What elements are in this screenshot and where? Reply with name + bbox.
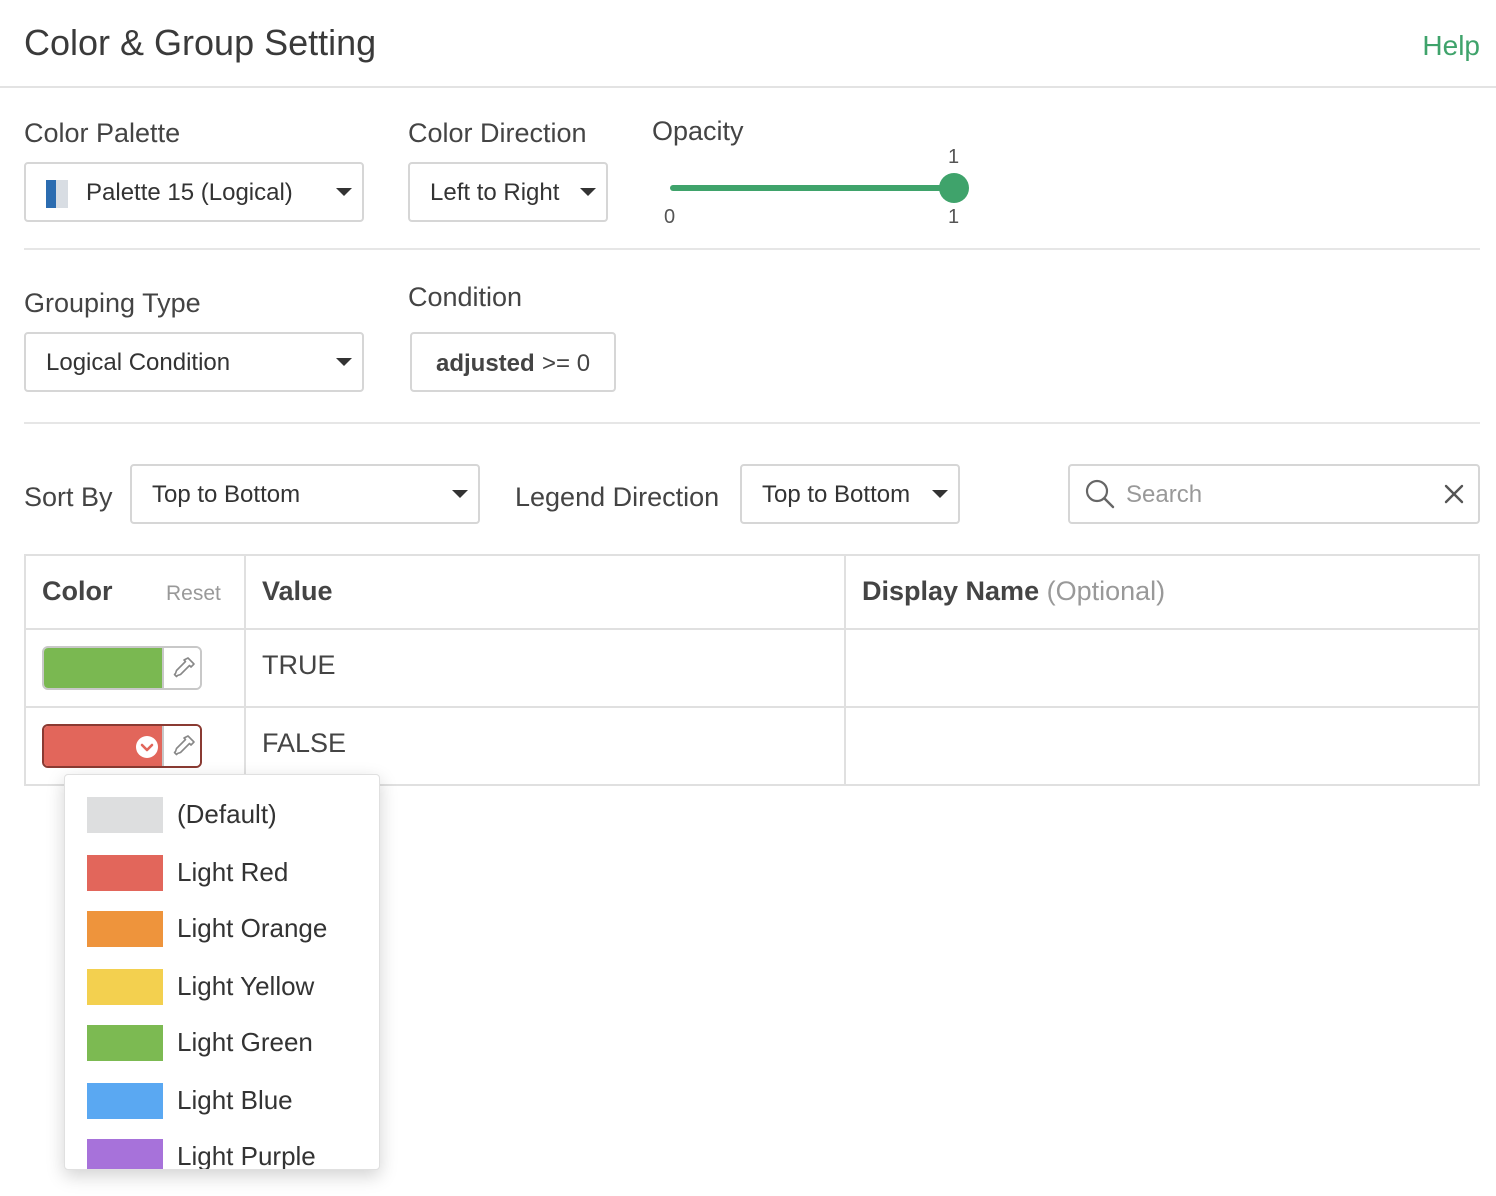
caret-down-icon	[452, 490, 468, 498]
color-option-swatch	[87, 911, 163, 947]
color-option-light-red[interactable]: Light Red	[65, 845, 379, 901]
value-cell-false: FALSE	[262, 728, 347, 758]
display-name-column-header: Display Name (Optional)	[862, 576, 1165, 607]
color-palette-select[interactable]: Palette 15 (Logical)	[24, 162, 364, 222]
color-option-label: Light Green	[177, 1027, 313, 1057]
eyedropper-icon	[173, 735, 195, 756]
opacity-label: Opacity	[652, 116, 744, 146]
color-option-swatch	[87, 797, 163, 833]
opacity-slider-track[interactable]	[670, 185, 954, 191]
sort-by-label: Sort By	[24, 482, 113, 512]
opacity-slider-handle[interactable]	[939, 173, 969, 203]
help-link[interactable]: Help	[1422, 30, 1480, 62]
caret-down-icon	[932, 490, 948, 498]
color-direction-label: Color Direction	[408, 118, 587, 148]
color-option-swatch	[87, 969, 163, 1005]
color-group-table: Color Reset Value Display Name (Optional…	[24, 554, 1480, 786]
condition-label: Condition	[408, 282, 523, 312]
display-name-header-label: Display Name	[862, 576, 1040, 606]
caret-down-icon	[336, 358, 352, 366]
search-box[interactable]	[1068, 464, 1480, 524]
color-swatch-fill	[44, 648, 162, 688]
column-divider	[844, 556, 846, 784]
section-divider	[24, 248, 1480, 250]
palette-icon	[46, 180, 68, 208]
color-option-swatch	[87, 855, 163, 891]
eyedropper-button[interactable]	[162, 726, 200, 766]
color-option-label: (Default)	[177, 799, 277, 829]
color-option-light-yellow[interactable]: Light Yellow	[65, 959, 379, 1015]
row-divider	[26, 628, 1478, 630]
color-option-swatch	[87, 1025, 163, 1061]
row-divider	[26, 706, 1478, 708]
palette-icon-swatch-blue	[46, 180, 56, 208]
color-option-label: Light Blue	[177, 1085, 293, 1115]
clear-search-icon[interactable]	[1442, 482, 1466, 506]
condition-field: adjusted	[436, 350, 535, 377]
color-option-label: Light Red	[177, 857, 289, 887]
color-column-header: Color	[42, 576, 113, 606]
opacity-current-value: 1	[948, 146, 960, 168]
color-option-swatch	[87, 1139, 163, 1169]
reset-colors-button[interactable]: Reset	[166, 582, 221, 606]
grouping-type-select[interactable]: Logical Condition	[24, 332, 364, 392]
sort-by-value: Top to Bottom	[152, 481, 301, 508]
dialog-title: Color & Group Setting	[24, 22, 377, 63]
column-divider	[244, 556, 246, 784]
color-option-label: Light Orange	[177, 913, 328, 943]
dialog-header: Color & Group Setting Help	[0, 0, 1496, 88]
legend-direction-select[interactable]: Top to Bottom	[740, 464, 960, 524]
grouping-type-value: Logical Condition	[46, 349, 231, 376]
eyedropper-button[interactable]	[162, 648, 200, 688]
color-direction-value: Left to Right	[430, 179, 560, 206]
value-cell-true: TRUE	[262, 650, 336, 680]
color-palette-label: Color Palette	[24, 118, 181, 148]
color-option-label: Light Yellow	[177, 971, 315, 1001]
opacity-max-label: 1	[948, 206, 960, 228]
grouping-type-label: Grouping Type	[24, 288, 201, 318]
color-option-label: Light Purple	[177, 1141, 316, 1170]
opacity-min-label: 0	[664, 206, 676, 228]
condition-expression: >= 0	[542, 350, 591, 377]
optional-hint: (Optional)	[1046, 576, 1166, 606]
caret-down-icon	[580, 188, 596, 196]
color-option-light-green[interactable]: Light Green	[65, 1015, 379, 1071]
color-option-light-blue[interactable]: Light Blue	[65, 1073, 379, 1129]
search-input[interactable]	[1126, 478, 1426, 512]
palette-icon-swatch-gray	[56, 180, 68, 208]
color-option-swatch	[87, 1083, 163, 1119]
eyedropper-icon	[173, 657, 195, 678]
chevron-down-icon	[136, 736, 158, 758]
sort-by-select[interactable]: Top to Bottom	[130, 464, 480, 524]
value-column-header: Value	[262, 576, 333, 606]
color-swatch-true[interactable]	[42, 646, 202, 690]
search-icon	[1085, 479, 1115, 509]
color-swatch-false[interactable]	[42, 724, 202, 768]
caret-down-icon	[336, 188, 352, 196]
color-option-light-purple[interactable]: Light Purple	[65, 1129, 379, 1170]
section-divider	[24, 422, 1480, 424]
condition-button[interactable]: adjusted >= 0	[410, 332, 616, 392]
color-option-light-orange[interactable]: Light Orange	[65, 901, 379, 957]
color-palette-value: Palette 15 (Logical)	[86, 179, 293, 206]
color-dropdown-menu: (Default) Light Red Light Orange Light Y…	[64, 774, 380, 1170]
legend-direction-value: Top to Bottom	[762, 481, 911, 508]
color-direction-select[interactable]: Left to Right	[408, 162, 608, 222]
color-option-default[interactable]: (Default)	[65, 787, 379, 843]
legend-direction-label: Legend Direction	[515, 482, 720, 512]
